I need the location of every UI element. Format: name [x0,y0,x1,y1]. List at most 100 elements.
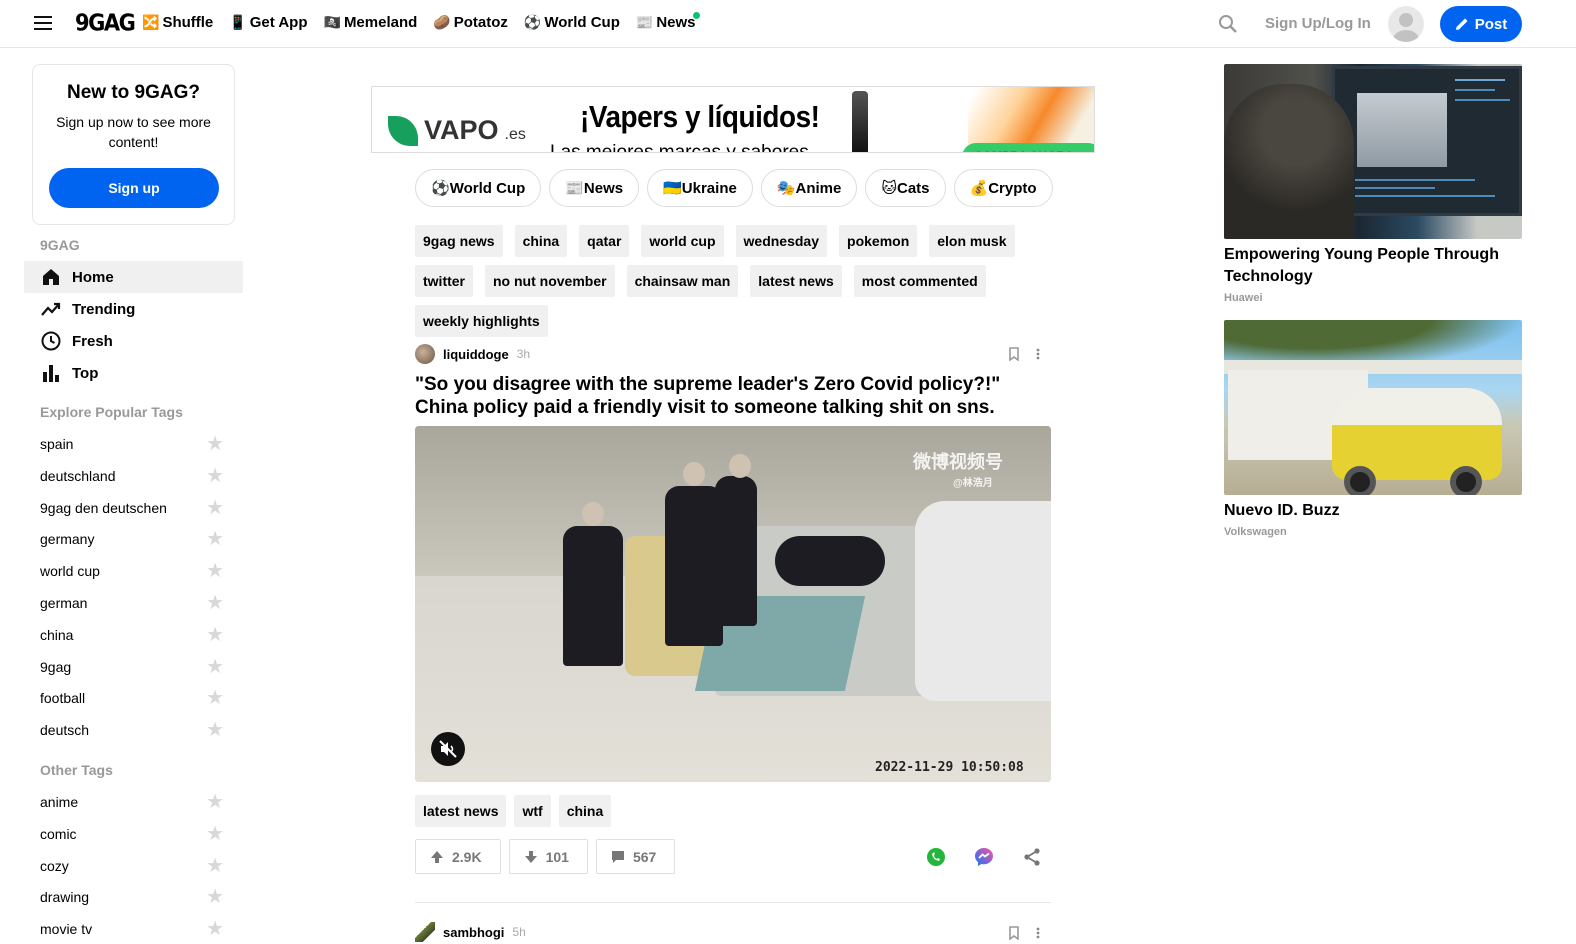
ad-cta-button[interactable]: COMPRA AHORA [962,143,1094,152]
star-icon[interactable]: ★ [206,824,224,844]
post-video[interactable]: 微博视频号 @林浩月 2022-11-29 10:50:08 [415,426,1051,782]
nav-news[interactable]: 📰 News [636,12,700,31]
signup-button[interactable]: Sign up [49,168,219,208]
post-title[interactable]: "So you disagree with the supreme leader… [415,373,1051,419]
tag-chip[interactable]: twitter [415,265,473,297]
star-icon[interactable]: ★ [206,792,224,812]
whatsapp-icon[interactable] [926,847,946,867]
tag-chip[interactable]: pokemon [839,225,918,257]
tag-chip[interactable]: world cup [641,225,724,257]
sidebar-tag-item[interactable]: cozy ★ [40,854,224,878]
star-icon[interactable]: ★ [206,688,224,708]
tag-chip[interactable]: wednesday [735,225,828,257]
sidebar-tag-item[interactable]: drawing ★ [40,885,224,909]
tag-chip[interactable]: no nut november [485,265,615,297]
tag-chip[interactable]: elon musk [929,225,1015,257]
sponsored-card[interactable]: Nuevo ID. Buzz Volkswagen [1224,320,1522,538]
more-options-icon[interactable] [1036,347,1040,361]
logo[interactable]: 9GAG [75,10,136,36]
star-icon[interactable]: ★ [206,657,224,677]
sidebar-tag-item[interactable]: deutsch ★ [40,718,224,742]
share-icon[interactable] [1022,847,1042,867]
bookmark-icon[interactable] [1008,347,1020,361]
tag-chip[interactable]: latest news [750,265,842,297]
sidebar-tag-label: 9gag [40,658,72,675]
sidebar-tag-item[interactable]: deutschland ★ [40,464,224,488]
post-tag[interactable]: wtf [514,795,551,827]
category-label: Crypto [988,179,1037,197]
star-icon[interactable]: ★ [206,466,224,486]
sidebar-item-trending[interactable]: Trending [24,293,243,325]
ad-banner[interactable]: VAPO .es ¡Vapers y líquidos! Las mejores … [371,86,1095,153]
sidebar-tag-item[interactable]: world cup ★ [40,559,224,583]
tag-chip[interactable]: qatar [579,225,630,257]
nav-shuffle[interactable]: 🔀 Shuffle [142,14,213,31]
more-options-icon[interactable] [1036,926,1040,940]
post-button[interactable]: Post [1440,6,1522,42]
sidebar-tag-item[interactable]: germany ★ [40,527,224,551]
post-tag[interactable]: china [558,795,612,827]
avatar[interactable] [1388,6,1424,42]
sidebar-tag-item[interactable]: 9gag den deutschen ★ [40,496,224,520]
category-ukraine[interactable]: 🇺🇦 Ukraine [647,169,753,207]
post-tag[interactable]: latest news [415,795,507,827]
messenger-icon[interactable] [974,847,994,867]
star-icon[interactable]: ★ [206,498,224,518]
star-icon[interactable]: ★ [206,625,224,645]
tag-chip[interactable]: china [514,225,568,257]
category-label: Ukraine [681,179,737,197]
tag-chip[interactable]: most commented [853,265,986,297]
nav-label: News [656,14,696,31]
nav-potatoz[interactable]: 🥔 Potatoz [433,14,508,31]
tag-chip[interactable]: 9gag news [415,225,503,257]
sidebar-tag-item[interactable]: anime ★ [40,790,224,814]
user-avatar[interactable] [415,344,435,364]
upvote-button[interactable]: 2.9K [415,839,501,874]
sidebar-tag-item[interactable]: football ★ [40,686,224,710]
star-icon[interactable]: ★ [206,856,224,876]
nav-label: Get App [249,14,308,31]
mute-button[interactable] [431,732,465,766]
sidebar-tag-item[interactable]: china ★ [40,623,224,647]
post-username[interactable]: sambhogi [443,925,504,940]
sidebar-tag-item[interactable]: comic ★ [40,822,224,846]
bookmark-icon[interactable] [1008,926,1020,940]
nav-world-cup[interactable]: ⚽ World Cup [524,14,620,31]
sidebar-tag-label: movie tv [40,921,93,938]
monitor-graphic [1355,195,1495,197]
sidebar-item-top[interactable]: Top [24,357,243,389]
sidebar-item-home[interactable]: Home [24,261,243,293]
category-cats[interactable]: 🐱 Cats [865,169,946,207]
downvote-button[interactable]: 101 [508,839,588,874]
category-news[interactable]: 📰 News [549,169,640,207]
search-icon[interactable] [1218,14,1238,39]
sponsored-title[interactable]: Empowering Young People Through Technolo… [1224,244,1522,288]
star-icon[interactable]: ★ [206,887,224,907]
star-icon[interactable]: ★ [206,593,224,613]
star-icon[interactable]: ★ [206,529,224,549]
sponsored-card[interactable]: Empowering Young People Through Technolo… [1224,64,1522,304]
sidebar-tag-item[interactable]: 9gag ★ [40,655,224,679]
category-anime[interactable]: 🎭 Anime [760,169,858,207]
user-avatar[interactable] [415,922,435,942]
ad-headline: ¡Vapers y líquidos! [580,99,820,134]
nav-memeland[interactable]: 🏴‍☠️ Memeland [324,14,418,31]
star-icon[interactable]: ★ [206,720,224,740]
star-icon[interactable]: ★ [206,434,224,454]
sign-in-link[interactable]: Sign Up/Log In [1265,15,1371,32]
star-icon[interactable]: ★ [206,561,224,581]
tag-chip[interactable]: weekly highlights [415,305,548,337]
tag-chip[interactable]: chainsaw man [626,265,739,297]
star-icon[interactable]: ★ [206,919,224,939]
menu-icon[interactable] [34,16,52,30]
post-username[interactable]: liquiddoge [443,347,509,362]
sidebar-item-fresh[interactable]: Fresh [24,325,243,357]
sidebar-tag-item[interactable]: spain ★ [40,432,224,456]
nav-get-app[interactable]: 📱 Get App [229,14,307,31]
sidebar-tag-item[interactable]: movie tv ★ [40,917,224,941]
category-crypto[interactable]: 💰 Crypto [953,169,1053,207]
category-world-cup[interactable]: ⚽ World Cup [415,169,542,207]
sidebar-tag-item[interactable]: german ★ [40,591,224,615]
comments-button[interactable]: 567 [595,839,676,874]
sponsored-title[interactable]: Nuevo ID. Buzz [1224,500,1522,522]
